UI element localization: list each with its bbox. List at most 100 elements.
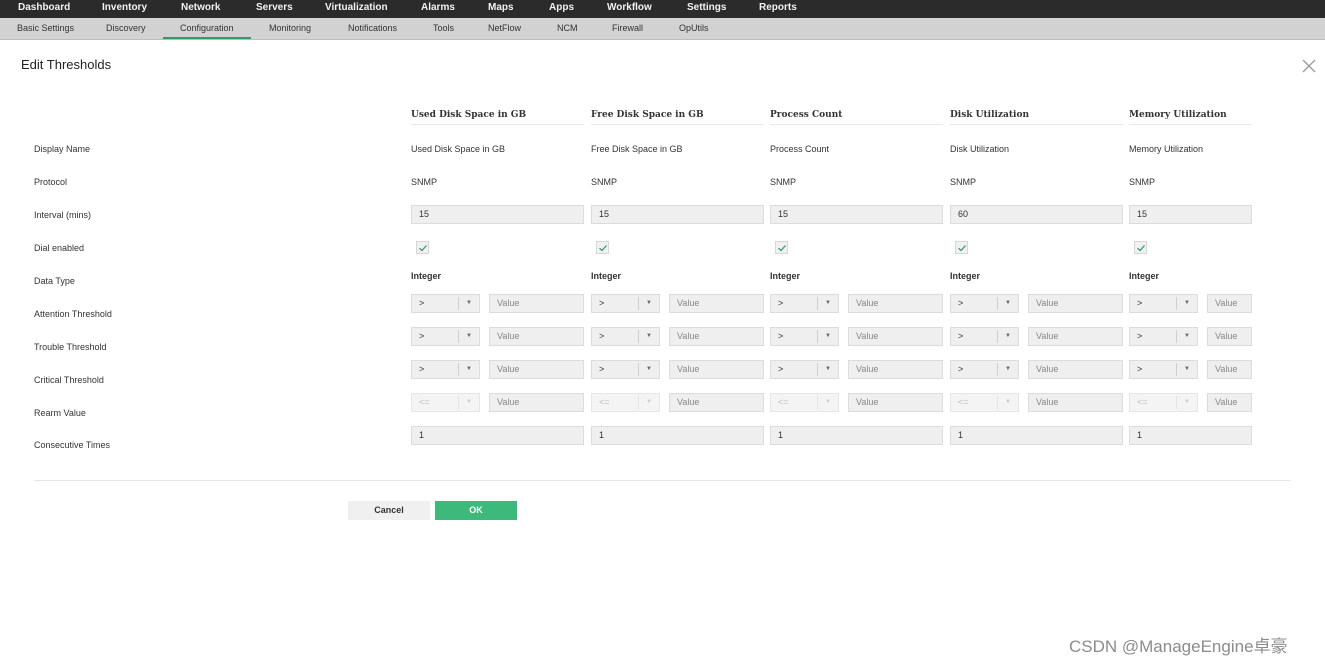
attention-operator-select[interactable]: > ▼	[1129, 294, 1198, 313]
attention-operator-select[interactable]: > ▼	[950, 294, 1019, 313]
attention-value-input[interactable]: Value	[489, 294, 584, 313]
select-separator	[638, 363, 639, 376]
top-nav-item-alarms[interactable]: Alarms	[421, 0, 455, 18]
trouble-operator-select[interactable]: > ▼	[1129, 327, 1198, 346]
select-separator	[458, 297, 459, 310]
chevron-down-icon: ▼	[1184, 399, 1190, 405]
display-name-value: Process Count	[770, 144, 830, 154]
critical-operator-select[interactable]: > ▼	[770, 360, 839, 379]
top-nav-item-dashboard[interactable]: Dashboard	[18, 0, 70, 18]
chevron-down-icon: ▼	[1005, 399, 1011, 405]
trouble-operator-select[interactable]: > ▼	[411, 327, 480, 346]
critical-value-input[interactable]: Value	[489, 360, 584, 379]
top-nav-item-inventory[interactable]: Inventory	[102, 0, 147, 18]
interval-input[interactable]: 15	[770, 205, 943, 224]
consecutive-times-input[interactable]: 1	[770, 426, 943, 445]
select-separator	[1176, 396, 1177, 409]
sub-nav-item-basic-settings[interactable]: Basic Settings	[17, 18, 74, 39]
attention-operator-label: >	[778, 298, 784, 308]
critical-value-input[interactable]: Value	[669, 360, 764, 379]
critical-operator-select[interactable]: > ▼	[950, 360, 1019, 379]
rearm-operator-label: <=	[1137, 397, 1148, 407]
select-separator	[1176, 330, 1177, 343]
page-title: Edit Thresholds	[21, 57, 112, 72]
sub-nav-item-tools[interactable]: Tools	[433, 18, 454, 39]
dial-enabled-checkbox[interactable]	[1134, 241, 1147, 254]
rearm-value-input: Value	[1207, 393, 1252, 412]
sub-nav-item-netflow[interactable]: NetFlow	[488, 18, 521, 39]
trouble-value-input[interactable]: Value	[489, 327, 584, 346]
attention-value-input[interactable]: Value	[848, 294, 943, 313]
rearm-operator-select: <= ▼	[411, 393, 480, 412]
critical-operator-select[interactable]: > ▼	[591, 360, 660, 379]
chevron-down-icon: ▼	[825, 366, 831, 372]
trouble-operator-select[interactable]: > ▼	[950, 327, 1019, 346]
sub-nav-item-notifications[interactable]: Notifications	[348, 18, 397, 39]
top-nav-item-settings[interactable]: Settings	[687, 0, 726, 18]
sub-nav-item-monitoring[interactable]: Monitoring	[269, 18, 311, 39]
dial-enabled-checkbox[interactable]	[416, 241, 429, 254]
top-nav-item-servers[interactable]: Servers	[256, 0, 293, 18]
top-nav-item-apps[interactable]: Apps	[549, 0, 574, 18]
critical-value-input[interactable]: Value	[1207, 360, 1252, 379]
critical-operator-select[interactable]: > ▼	[1129, 360, 1198, 379]
consecutive-times-input[interactable]: 1	[1129, 426, 1252, 445]
dial-enabled-checkbox[interactable]	[596, 241, 609, 254]
sub-nav-bar: Basic Settings Discovery Configuration Moni…	[0, 18, 1325, 40]
sub-nav-item-ncm[interactable]: NCM	[557, 18, 578, 39]
rearm-value-input: Value	[1028, 393, 1123, 412]
critical-value-input[interactable]: Value	[1028, 360, 1123, 379]
chevron-down-icon: ▼	[466, 300, 472, 306]
attention-operator-select[interactable]: > ▼	[411, 294, 480, 313]
consecutive-times-input[interactable]: 1	[950, 426, 1123, 445]
trouble-value-input[interactable]: Value	[848, 327, 943, 346]
close-icon[interactable]	[1302, 59, 1316, 73]
rearm-operator-select: <= ▼	[591, 393, 660, 412]
attention-value-input[interactable]: Value	[1207, 294, 1252, 313]
rearm-operator-label: <=	[419, 397, 430, 407]
top-nav-item-reports[interactable]: Reports	[759, 0, 797, 18]
critical-operator-select[interactable]: > ▼	[411, 360, 480, 379]
sub-nav-item-discovery[interactable]: Discovery	[106, 18, 146, 39]
sub-nav-item-oputils[interactable]: OpUtils	[679, 18, 709, 39]
rearm-operator-select: <= ▼	[770, 393, 839, 412]
interval-input[interactable]: 15	[591, 205, 764, 224]
column-header: Process Count	[770, 104, 943, 125]
interval-input[interactable]: 15	[1129, 205, 1252, 224]
check-icon	[1137, 245, 1145, 252]
top-nav-item-network[interactable]: Network	[181, 0, 220, 18]
attention-value-input[interactable]: Value	[1028, 294, 1123, 313]
attention-operator-select[interactable]: > ▼	[770, 294, 839, 313]
trouble-operator-select[interactable]: > ▼	[770, 327, 839, 346]
attention-operator-select[interactable]: > ▼	[591, 294, 660, 313]
cancel-button[interactable]: Cancel	[348, 501, 430, 520]
ok-button[interactable]: OK	[435, 501, 517, 520]
top-nav-item-workflow[interactable]: Workflow	[607, 0, 652, 18]
sub-nav-item-firewall[interactable]: Firewall	[612, 18, 643, 39]
interval-input[interactable]: 60	[950, 205, 1123, 224]
top-nav-item-maps[interactable]: Maps	[488, 0, 514, 18]
interval-input[interactable]: 15	[411, 205, 584, 224]
data-type-value: Integer	[411, 271, 442, 281]
column-header: Used Disk Space in GB	[411, 104, 584, 125]
dial-enabled-checkbox[interactable]	[955, 241, 968, 254]
attention-value-input[interactable]: Value	[669, 294, 764, 313]
consecutive-times-input[interactable]: 1	[411, 426, 584, 445]
trouble-operator-select[interactable]: > ▼	[591, 327, 660, 346]
display-name-value: Memory Utilization	[1129, 144, 1204, 154]
chevron-down-icon: ▼	[466, 333, 472, 339]
dial-enabled-checkbox[interactable]	[775, 241, 788, 254]
critical-value-input[interactable]: Value	[848, 360, 943, 379]
sub-nav-item-configuration[interactable]: Configuration	[163, 18, 251, 39]
display-name-value: Used Disk Space in GB	[411, 144, 506, 154]
top-nav-item-virtualization[interactable]: Virtualization	[325, 0, 388, 18]
chevron-down-icon: ▼	[466, 399, 472, 405]
protocol-value: SNMP	[1129, 177, 1156, 187]
select-separator	[817, 330, 818, 343]
trouble-value-input[interactable]: Value	[669, 327, 764, 346]
trouble-value-input[interactable]: Value	[1207, 327, 1252, 346]
consecutive-times-input[interactable]: 1	[591, 426, 764, 445]
trouble-operator-label: >	[778, 331, 784, 341]
protocol-value: SNMP	[770, 177, 797, 187]
trouble-value-input[interactable]: Value	[1028, 327, 1123, 346]
